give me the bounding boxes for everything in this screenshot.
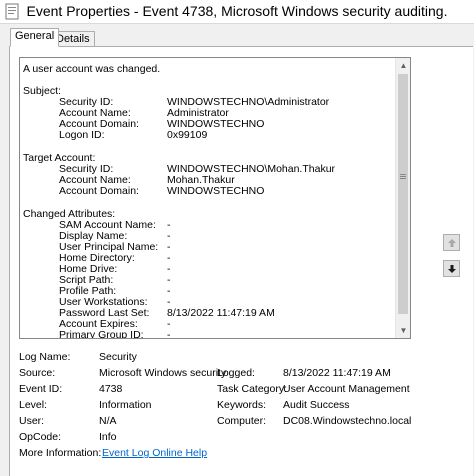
subject-value: 0x99109 — [167, 129, 208, 141]
previous-event-button[interactable] — [443, 234, 460, 251]
subject-label: Subject: — [23, 85, 61, 97]
keywords-label: Keywords: — [217, 399, 267, 411]
user-label: User: — [19, 415, 45, 427]
down-arrow-icon — [447, 264, 456, 273]
keywords-value: Audit Success — [283, 399, 350, 411]
opcode-label: OpCode: — [19, 431, 62, 443]
event-description-box[interactable]: A user account was changed. Subject: Sec… — [19, 57, 411, 339]
log-name-value: Security — [99, 351, 137, 363]
event-log-online-help-link[interactable]: Event Log Online Help — [102, 447, 207, 459]
event-id-label: Event ID: — [19, 383, 63, 395]
scroll-down-arrow-icon[interactable]: ▼ — [396, 323, 410, 338]
log-name-label: Log Name: — [19, 351, 71, 363]
target-key: Account Domain: — [59, 185, 139, 197]
user-value: N/A — [99, 415, 117, 427]
more-information-label: More Information: — [19, 447, 102, 459]
event-id-value: 4738 — [99, 383, 123, 395]
computer-label: Computer: — [217, 415, 267, 427]
changed-key: Primary Group ID: — [59, 329, 144, 339]
logged-value: 8/13/2022 11:47:19 AM — [283, 367, 391, 379]
scroll-up-arrow-icon[interactable]: ▲ — [396, 58, 410, 73]
source-label: Source: — [19, 367, 56, 379]
source-value: Microsoft Windows security — [99, 367, 227, 379]
level-label: Level: — [19, 399, 48, 411]
task-category-label: Task Category: — [217, 383, 288, 395]
scrollbar-thumb[interactable] — [398, 74, 408, 314]
changed-value: 8/13/2022 11:47:19 AM — [167, 307, 275, 319]
target-value: WINDOWSTECHNO — [167, 185, 265, 197]
logged-label: Logged: — [217, 367, 255, 379]
level-value: Information — [99, 399, 152, 411]
description-scrollbar[interactable]: ▲ ▼ — [395, 58, 410, 338]
title-bar[interactable]: Event Properties - Event 4738, Microsoft… — [0, 0, 474, 24]
subject-key: Logon ID: — [59, 129, 105, 141]
opcode-value: Info — [99, 431, 117, 443]
window-title: Event Properties - Event 4738, Microsoft… — [26, 3, 448, 19]
changed-value: - — [167, 329, 171, 339]
up-arrow-icon — [447, 238, 456, 247]
computer-value: DC08.Windowstechno.local — [283, 415, 412, 427]
next-event-button[interactable] — [443, 260, 460, 277]
task-category-value: User Account Management — [283, 383, 410, 395]
description-header: A user account was changed. — [23, 63, 161, 75]
tab-general[interactable]: General — [10, 28, 60, 47]
scrollbar-grip-icon — [400, 174, 406, 179]
